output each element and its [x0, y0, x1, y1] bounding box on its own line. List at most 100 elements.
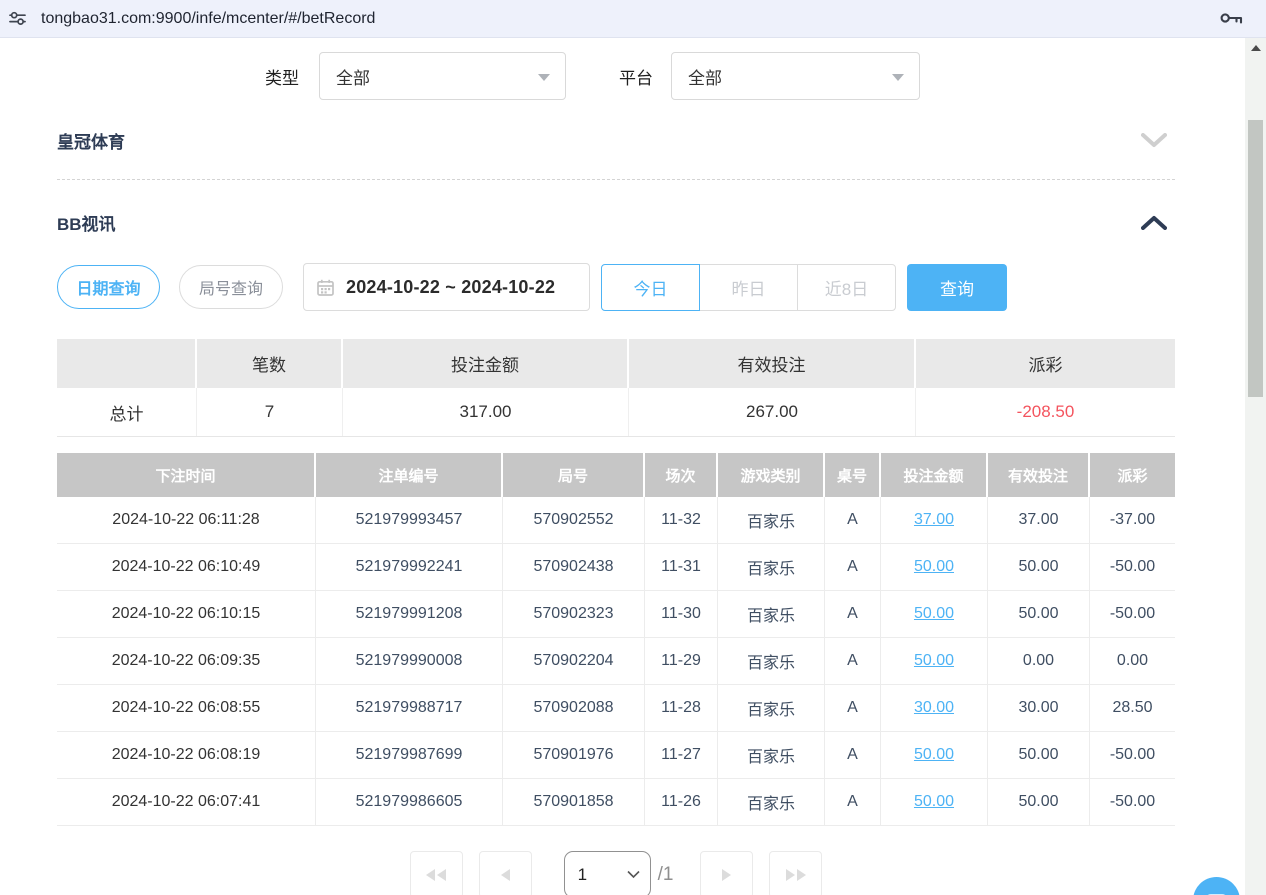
table-cell: 521979992241: [316, 544, 503, 590]
bet-amount-link[interactable]: 50.00: [914, 558, 954, 576]
bet-amount-link[interactable]: 50.00: [914, 652, 954, 670]
platform-filter-value: 全部: [688, 64, 722, 89]
search-button[interactable]: 查询: [907, 264, 1007, 311]
summary-payout-value: -208.50: [916, 388, 1175, 436]
payout-cell: -50.00: [1090, 591, 1175, 637]
crown-sports-title: 皇冠体育: [57, 128, 125, 153]
address-bar-url[interactable]: tongbao31.com:9900/infe/mcenter/#/betRec…: [41, 10, 375, 28]
bet-table-header-cell: 注单编号: [316, 453, 503, 497]
scrollbar-up-arrow[interactable]: [1245, 45, 1266, 51]
platform-filter-select[interactable]: 全部: [671, 52, 920, 100]
bet-amount-link[interactable]: 37.00: [914, 511, 954, 529]
table-cell: 百家乐: [718, 497, 825, 543]
current-page-value: 1: [578, 865, 587, 885]
table-cell: 50.00: [988, 544, 1090, 590]
payout-cell: 0.00: [1090, 638, 1175, 684]
password-key-icon[interactable]: [1219, 10, 1244, 27]
table-row: 2024-10-22 06:08:55521979988717570902088…: [57, 685, 1175, 732]
yesterday-button[interactable]: 昨日: [699, 264, 798, 311]
scrollbar-thumb[interactable]: [1248, 120, 1263, 397]
type-filter-value: 全部: [336, 64, 370, 89]
bet-amount-link[interactable]: 50.00: [914, 605, 954, 623]
summary-header-valid-bet: 有效投注: [629, 339, 916, 388]
bet-table-header-cell: 场次: [645, 453, 718, 497]
table-cell: 11-30: [645, 591, 718, 637]
bet-amount-link[interactable]: 30.00: [914, 699, 954, 717]
table-cell: 570902552: [503, 497, 645, 543]
chevron-up-icon[interactable]: [1141, 215, 1167, 230]
date-range-value: 2024-10-22 ~ 2024-10-22: [346, 277, 555, 298]
summary-header-bet-amount: 投注金额: [343, 339, 629, 388]
bet-table-header-cell: 下注时间: [57, 453, 316, 497]
table-row: 2024-10-22 06:11:28521979993457570902552…: [57, 497, 1175, 544]
payout-cell: -50.00: [1090, 779, 1175, 825]
table-cell: 521979991208: [316, 591, 503, 637]
table-cell: A: [825, 732, 881, 778]
summary-bet-amount-value: 317.00: [343, 388, 629, 436]
quick-date-segments: 今日 昨日 近8日: [601, 264, 896, 311]
caret-down-icon: [892, 74, 904, 81]
table-cell: 11-28: [645, 685, 718, 731]
table-cell: 50.00: [988, 732, 1090, 778]
table-cell: 521979993457: [316, 497, 503, 543]
previous-page-button[interactable]: [479, 851, 532, 895]
table-cell: A: [825, 591, 881, 637]
bet-table-body: 2024-10-22 06:11:28521979993457570902552…: [57, 497, 1175, 826]
first-page-button[interactable]: [410, 851, 463, 895]
summary-table: 笔数 投注金额 有效投注 派彩 总计 7 317.00 267.00 -208.…: [57, 339, 1175, 437]
caret-down-icon: [538, 74, 550, 81]
bet-amount-link[interactable]: 50.00: [914, 746, 954, 764]
bet-time-cell: 2024-10-22 06:07:41: [57, 779, 316, 825]
bet-records-table: 下注时间注单编号局号场次游戏类别桌号投注金额有效投注派彩 2024-10-22 …: [57, 453, 1175, 826]
payout-cell: -50.00: [1090, 732, 1175, 778]
filter-row: 类型 全部 平台 全部: [57, 52, 1175, 100]
today-button[interactable]: 今日: [601, 264, 700, 311]
bet-time-cell: 2024-10-22 06:08:55: [57, 685, 316, 731]
table-cell: A: [825, 497, 881, 543]
summary-header-empty: [57, 339, 197, 388]
last-page-button[interactable]: [769, 851, 822, 895]
bet-table-header-cell: 投注金额: [881, 453, 988, 497]
table-cell: 百家乐: [718, 638, 825, 684]
table-row: 2024-10-22 06:07:41521979986605570901858…: [57, 779, 1175, 826]
section-bb-video[interactable]: BB视讯: [57, 210, 1175, 234]
table-cell: 570902438: [503, 544, 645, 590]
bet-table-header-cell: 派彩: [1090, 453, 1175, 497]
bet-time-cell: 2024-10-22 06:10:49: [57, 544, 316, 590]
table-cell: A: [825, 685, 881, 731]
summary-total-row: 总计 7 317.00 267.00 -208.50: [57, 388, 1175, 437]
page-total-label: /1: [658, 851, 674, 895]
table-cell: 521979987699: [316, 732, 503, 778]
summary-header-row: 笔数 投注金额 有效投注 派彩: [57, 339, 1175, 388]
bet-amount-link[interactable]: 50.00: [914, 793, 954, 811]
date-query-tab[interactable]: 日期查询: [57, 265, 160, 309]
next-page-button[interactable]: [700, 851, 753, 895]
last-8-days-button[interactable]: 近8日: [797, 264, 896, 311]
table-cell: 百家乐: [718, 732, 825, 778]
summary-valid-bet-value: 267.00: [629, 388, 916, 436]
section-crown-sports[interactable]: 皇冠体育: [57, 128, 1175, 152]
type-filter-select[interactable]: 全部: [319, 52, 566, 100]
date-range-picker[interactable]: 2024-10-22 ~ 2024-10-22: [303, 263, 590, 311]
summary-header-count: 笔数: [197, 339, 343, 388]
bet-table-header-cell: 游戏类别: [718, 453, 825, 497]
summary-total-label: 总计: [57, 388, 197, 436]
vertical-scrollbar[interactable]: [1245, 38, 1266, 895]
table-cell: 570902088: [503, 685, 645, 731]
bet-table-header-cell: 局号: [503, 453, 645, 497]
table-cell: 11-27: [645, 732, 718, 778]
table-cell: A: [825, 779, 881, 825]
bet-amount-link-cell: 50.00: [881, 591, 988, 637]
table-cell: 百家乐: [718, 544, 825, 590]
bet-table-header-row: 下注时间注单编号局号场次游戏类别桌号投注金额有效投注派彩: [57, 453, 1175, 497]
chevron-down-icon[interactable]: [1141, 133, 1167, 148]
round-query-tab[interactable]: 局号查询: [179, 265, 283, 309]
payout-cell: -37.00: [1090, 497, 1175, 543]
bet-time-cell: 2024-10-22 06:09:35: [57, 638, 316, 684]
site-settings-icon[interactable]: [8, 9, 27, 28]
payout-cell: 28.50: [1090, 685, 1175, 731]
page-number-select[interactable]: 1: [564, 851, 651, 895]
calendar-icon: [317, 279, 334, 296]
table-cell: 11-26: [645, 779, 718, 825]
table-cell: 570902323: [503, 591, 645, 637]
